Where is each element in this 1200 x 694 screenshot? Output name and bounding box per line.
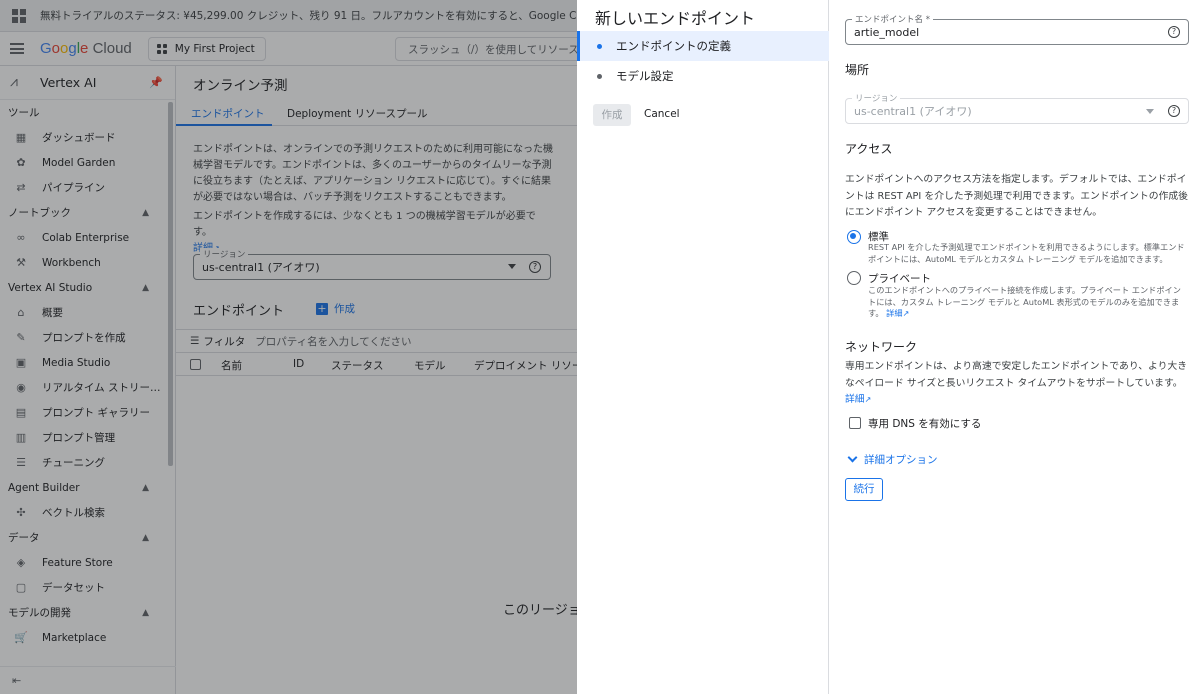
endpoint-name-label: エンドポイント名 * bbox=[852, 13, 933, 25]
network-description: 専用エンドポイントは、より高速で安定したエンドポイントであり、より大きなペイロー… bbox=[845, 361, 1188, 405]
region-select-disabled: リージョン us-central1 (アイオワ) ? bbox=[845, 92, 1189, 124]
advanced-options-toggle[interactable]: 詳細オプション bbox=[847, 452, 938, 467]
new-endpoint-panel: 新しいエンドポイント エンドポイントの定義 モデル設定 作成 Cancel エン… bbox=[577, 0, 1200, 694]
external-link-icon: ↗ bbox=[902, 309, 910, 318]
external-link-icon: ↗ bbox=[864, 395, 872, 404]
chevron-down-icon bbox=[847, 452, 858, 463]
dedicated-dns-checkbox[interactable] bbox=[849, 417, 861, 429]
stepper: 新しいエンドポイント エンドポイントの定義 モデル設定 作成 Cancel bbox=[577, 0, 829, 694]
access-heading: アクセス bbox=[845, 142, 893, 156]
dropdown-arrow-icon bbox=[1146, 109, 1154, 114]
help-icon[interactable]: ? bbox=[1168, 26, 1180, 38]
cancel-button[interactable]: Cancel bbox=[644, 108, 680, 120]
step-dot bbox=[597, 73, 602, 79]
private-learn-more-link[interactable]: 詳細 bbox=[886, 308, 902, 318]
access-description: エンドポイントへのアクセス方法を指定します。デフォルトでは、エンドポイントは R… bbox=[845, 174, 1188, 218]
radio-private[interactable] bbox=[847, 271, 861, 285]
endpoint-form: エンドポイント名 * artie_model ? 場所 リージョン us-cen… bbox=[829, 0, 1200, 694]
region-label: リージョン bbox=[852, 92, 901, 104]
endpoint-name-value: artie_model bbox=[854, 25, 920, 39]
step-model-settings[interactable]: モデル設定 bbox=[577, 61, 829, 91]
step-dot bbox=[597, 43, 602, 49]
create-button[interactable]: 作成 bbox=[593, 104, 631, 126]
help-icon[interactable]: ? bbox=[1168, 105, 1180, 117]
dedicated-dns-label[interactable]: 専用 DNS を有効にする bbox=[868, 416, 981, 431]
private-description: このエンドポイントへのプライベート接続を作成します。プライベート エンドポイント… bbox=[868, 285, 1181, 318]
panel-title: 新しいエンドポイント bbox=[595, 9, 756, 28]
continue-button[interactable]: 続行 bbox=[845, 478, 883, 501]
network-learn-more-link[interactable]: 詳細 bbox=[845, 394, 865, 405]
radio-standard[interactable] bbox=[847, 230, 861, 244]
network-heading: ネットワーク bbox=[845, 340, 918, 354]
step-define-endpoint[interactable]: エンドポイントの定義 bbox=[577, 31, 829, 61]
standard-description: REST API を介した予測処理でエンドポイントを利用できるようにします。標準… bbox=[868, 242, 1185, 264]
location-heading: 場所 bbox=[845, 63, 870, 77]
endpoint-name-field[interactable]: エンドポイント名 * artie_model ? bbox=[845, 13, 1189, 45]
region-value: us-central1 (アイオワ) bbox=[854, 105, 972, 118]
private-label[interactable]: プライベート bbox=[868, 271, 931, 286]
